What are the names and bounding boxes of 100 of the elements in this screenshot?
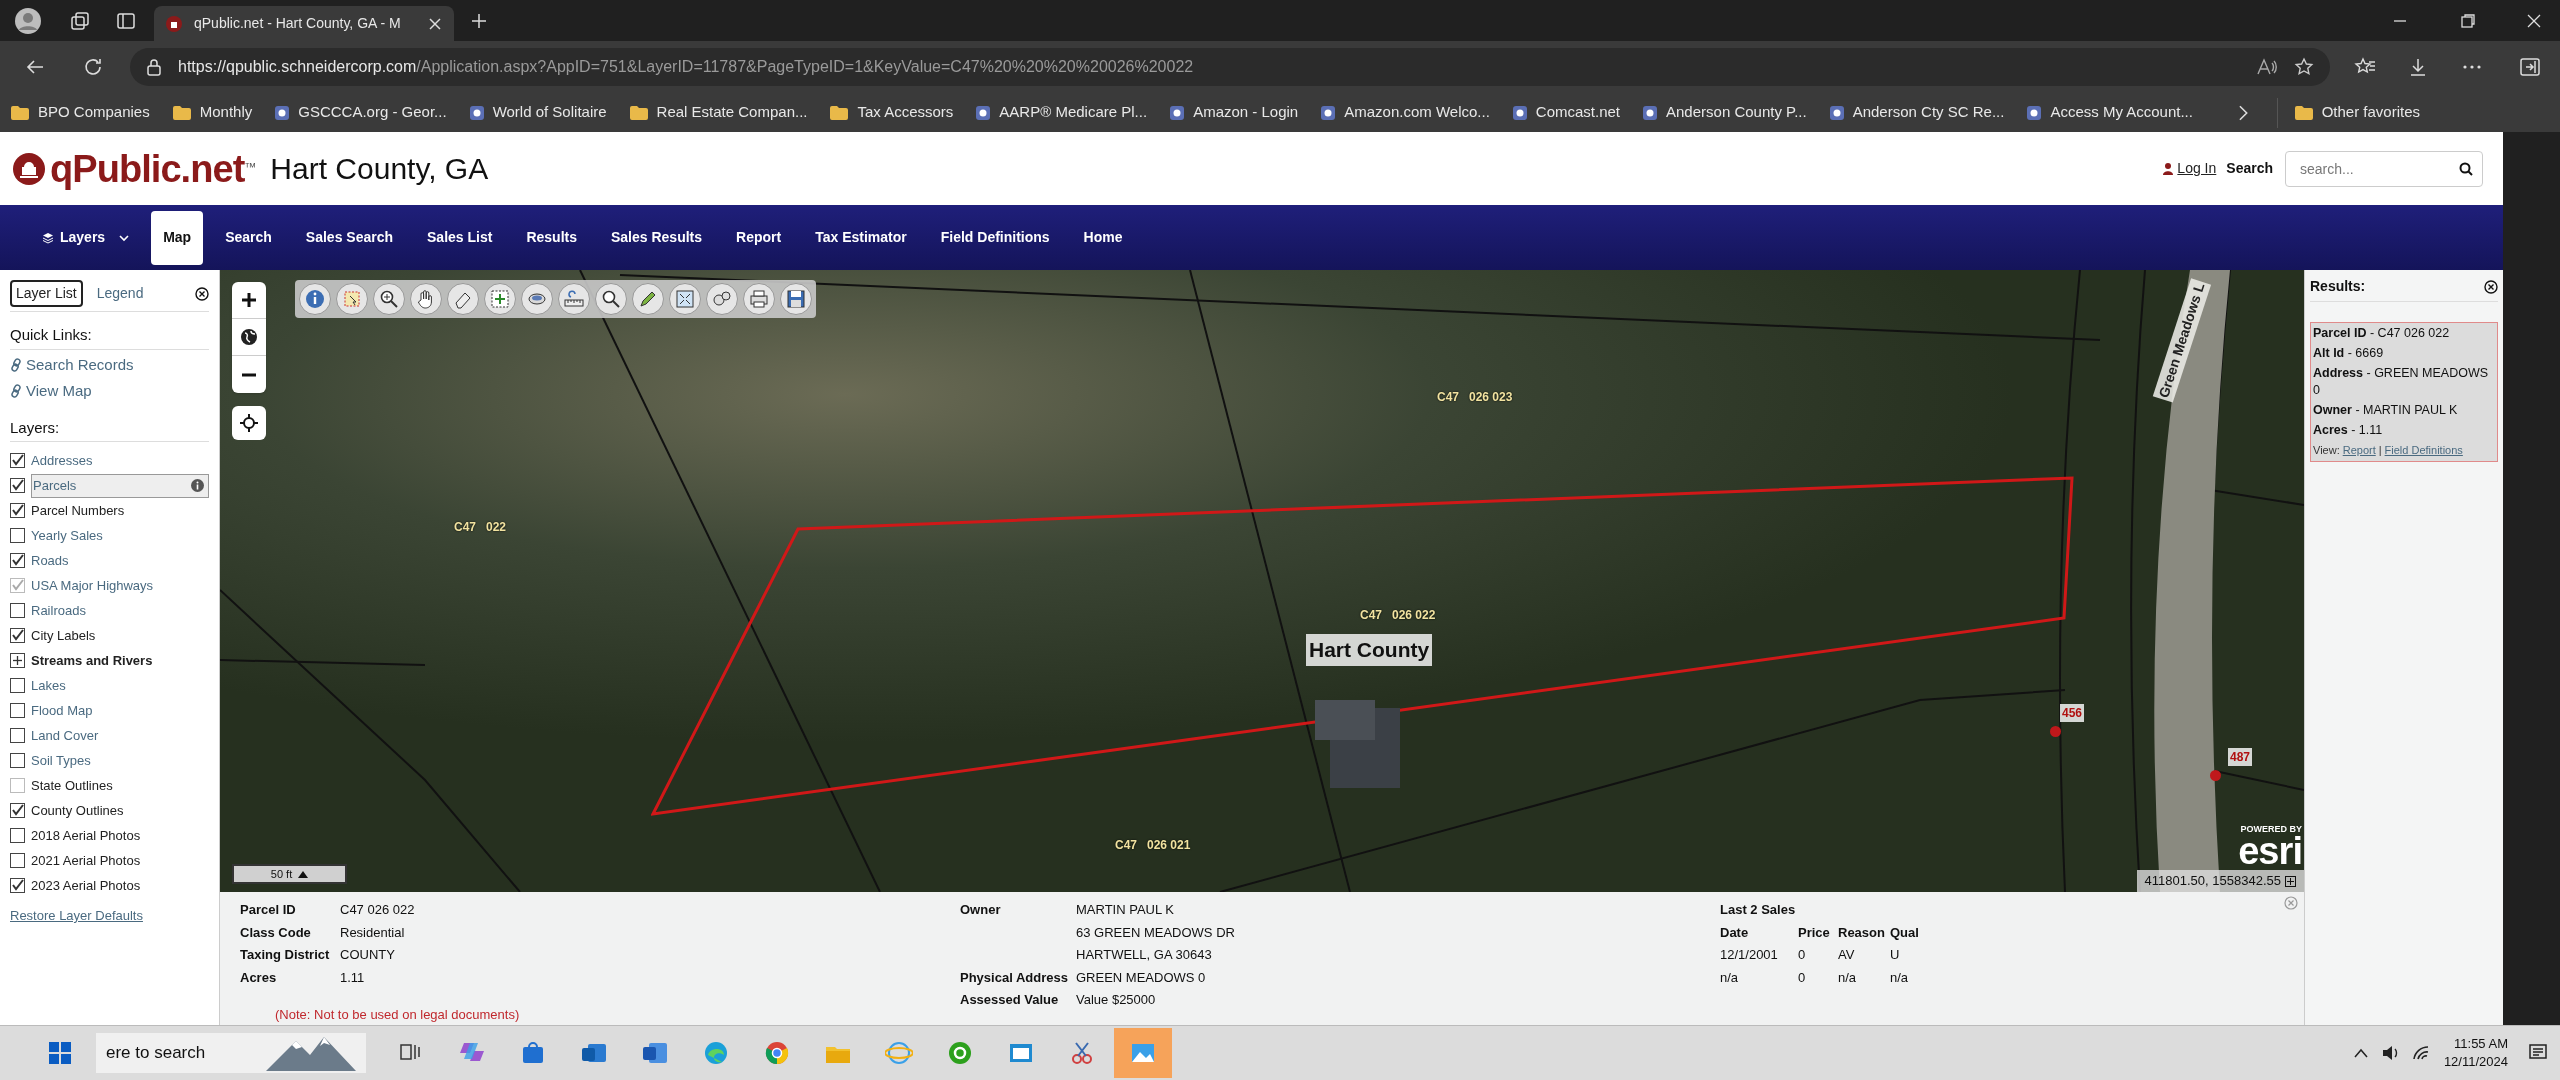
download-icon[interactable] bbox=[2408, 57, 2428, 77]
bookmark[interactable]: Comcast.net bbox=[1511, 97, 1620, 128]
bookmark[interactable]: Amazon.com Welco... bbox=[1320, 97, 1490, 128]
checkbox[interactable] bbox=[10, 828, 25, 843]
workspaces-icon[interactable] bbox=[70, 10, 90, 31]
close-icon[interactable] bbox=[195, 286, 209, 301]
printer-tool-button[interactable] bbox=[743, 283, 775, 315]
bookmark[interactable]: Monthly bbox=[171, 97, 253, 128]
info-tool-button[interactable] bbox=[299, 283, 331, 315]
checkbox[interactable] bbox=[10, 478, 25, 493]
layer-label[interactable]: Parcels bbox=[33, 475, 77, 496]
windows-start-icon[interactable] bbox=[48, 1041, 72, 1065]
checkbox[interactable] bbox=[10, 803, 25, 818]
layer-label[interactable]: City Labels bbox=[31, 625, 96, 646]
login-link[interactable]: Log In bbox=[2163, 158, 2217, 179]
checkbox[interactable] bbox=[10, 878, 25, 893]
checkbox[interactable] bbox=[10, 628, 25, 643]
read-aloud-icon[interactable] bbox=[2256, 57, 2278, 77]
layer-label[interactable]: Yearly Sales bbox=[31, 525, 103, 546]
photo-app-icon[interactable] bbox=[1114, 1028, 1172, 1078]
checkbox[interactable] bbox=[10, 553, 25, 568]
bookmark[interactable]: Tax Accessors bbox=[829, 97, 954, 128]
layer-label[interactable]: County Outlines bbox=[31, 800, 124, 821]
floppy-disk-tool-button[interactable] bbox=[780, 283, 812, 315]
search-field[interactable]: search... bbox=[2285, 150, 2483, 187]
info-icon[interactable] bbox=[191, 479, 204, 492]
layer-label[interactable]: Railroads bbox=[31, 600, 86, 621]
gears-tool-button[interactable] bbox=[706, 283, 738, 315]
nav-tab[interactable]: Field Definitions bbox=[928, 210, 1062, 265]
layer-label[interactable]: Parcel Numbers bbox=[31, 500, 125, 521]
expand-icon[interactable] bbox=[2285, 875, 2296, 887]
close-icon[interactable] bbox=[2484, 279, 2498, 294]
restore-defaults-link[interactable]: Restore Layer Defaults bbox=[10, 906, 209, 926]
add-area-tool-button[interactable] bbox=[484, 283, 516, 315]
layer-disk-tool-button[interactable] bbox=[521, 283, 553, 315]
nav-tab[interactable]: Search bbox=[213, 210, 284, 265]
favorite-star-icon[interactable] bbox=[2294, 57, 2314, 77]
speaker-icon[interactable] bbox=[2381, 1045, 2400, 1061]
full-extent-tool-button[interactable] bbox=[669, 283, 701, 315]
selected-layer-row[interactable]: Parcels bbox=[31, 473, 209, 498]
layer-label[interactable]: Land Cover bbox=[31, 725, 99, 746]
panel-tab[interactable]: Legend bbox=[92, 282, 148, 305]
nav-tab[interactable]: Results bbox=[514, 210, 589, 265]
checkbox[interactable] bbox=[10, 703, 25, 718]
nav-tab[interactable]: Sales Search bbox=[293, 210, 406, 265]
measure-tool-button[interactable] bbox=[558, 283, 590, 315]
more-menu-icon[interactable] bbox=[2462, 64, 2482, 70]
bookmark[interactable]: AARP® Medicare Pl... bbox=[975, 97, 1148, 128]
bookmark[interactable]: GSCCCA.org - Geor... bbox=[274, 97, 447, 128]
expand-toggle[interactable] bbox=[10, 653, 25, 668]
layer-label[interactable]: Lakes bbox=[31, 675, 66, 696]
quick-link[interactable]: View Map bbox=[10, 380, 209, 403]
checkbox[interactable] bbox=[10, 753, 25, 768]
pencil-tool-button[interactable] bbox=[632, 283, 664, 315]
bookmark[interactable]: Amazon - Login bbox=[1169, 97, 1299, 128]
chevron-up-icon[interactable] bbox=[2353, 1048, 2368, 1058]
nav-tab[interactable]: Home bbox=[1071, 210, 1135, 265]
zoom-in-tool-button[interactable] bbox=[373, 283, 405, 315]
layer-label[interactable]: Soil Types bbox=[31, 750, 91, 771]
bookmark[interactable]: Access My Account... bbox=[2026, 97, 2193, 128]
bookmark[interactable]: Anderson Cty SC Re... bbox=[1828, 97, 2005, 128]
tab-actions-icon[interactable] bbox=[116, 10, 136, 31]
layer-label[interactable]: Addresses bbox=[31, 450, 93, 471]
nav-tab[interactable]: Layers bbox=[30, 210, 142, 265]
nav-tab[interactable]: Map bbox=[151, 210, 204, 265]
layer-label[interactable]: Flood Map bbox=[31, 700, 93, 721]
layer-label[interactable]: 2021 Aerial Photos bbox=[31, 850, 141, 871]
layer-label[interactable]: Roads bbox=[31, 550, 69, 571]
checkbox[interactable] bbox=[10, 453, 25, 468]
checkbox[interactable] bbox=[10, 528, 25, 543]
result-link[interactable]: Report bbox=[2342, 442, 2376, 459]
layer-label[interactable]: 2018 Aerial Photos bbox=[31, 825, 141, 846]
magnifier-tool-button[interactable] bbox=[595, 283, 627, 315]
checkbox[interactable] bbox=[10, 678, 25, 693]
checkbox[interactable] bbox=[10, 853, 25, 868]
bookmark[interactable]: World of Solitaire bbox=[468, 97, 607, 128]
search-icon[interactable] bbox=[2459, 161, 2473, 176]
layer-label[interactable]: 2023 Aerial Photos bbox=[31, 875, 141, 896]
refresh-icon[interactable] bbox=[82, 56, 104, 78]
checkbox[interactable] bbox=[10, 503, 25, 518]
wifi-icon[interactable] bbox=[2411, 1045, 2430, 1061]
address-bar[interactable]: https://qpublic.schneidercorp.com/Application.aspx?AppID=751&LayerID=11787&PageTypeID=1&KeyValue=C47%20%20%20%20026%20022 bbox=[130, 48, 2330, 86]
panel-tab[interactable]: Layer List bbox=[10, 280, 83, 307]
clock[interactable]: 11:55 AM 12/11/2024 bbox=[2443, 1035, 2508, 1071]
sidebar-toggle-icon[interactable] bbox=[2520, 58, 2540, 76]
locate-button[interactable] bbox=[232, 406, 266, 440]
nav-tab[interactable]: Sales Results bbox=[599, 210, 715, 265]
bookmark[interactable]: BPO Companies bbox=[10, 97, 150, 128]
site-logo[interactable]: qPublic.net™ bbox=[8, 149, 257, 188]
restore-icon[interactable] bbox=[2460, 12, 2476, 29]
browser-tab[interactable]: qPublic.net - Hart County, GA - M bbox=[154, 6, 454, 41]
nav-tab[interactable]: Sales List bbox=[415, 210, 505, 265]
result-card[interactable]: Parcel ID - C47 026 022 Alt Id - 6669 Address - GREEN MEADOWS 0 Owner - MARTIN PAUL K Acres - 1.11 View: Report | Field Definitions bbox=[2310, 322, 2498, 462]
nav-tab[interactable]: Report bbox=[724, 210, 794, 265]
layer-label[interactable]: Streams and Rivers bbox=[31, 650, 153, 671]
bookmark[interactable]: Anderson County P... bbox=[1642, 97, 1807, 128]
quick-link[interactable]: Search Records bbox=[10, 353, 209, 376]
taskbar-search-field[interactable]: ere to search bbox=[96, 1033, 366, 1073]
new-tab-icon[interactable] bbox=[470, 11, 488, 30]
checkbox[interactable] bbox=[10, 728, 25, 743]
